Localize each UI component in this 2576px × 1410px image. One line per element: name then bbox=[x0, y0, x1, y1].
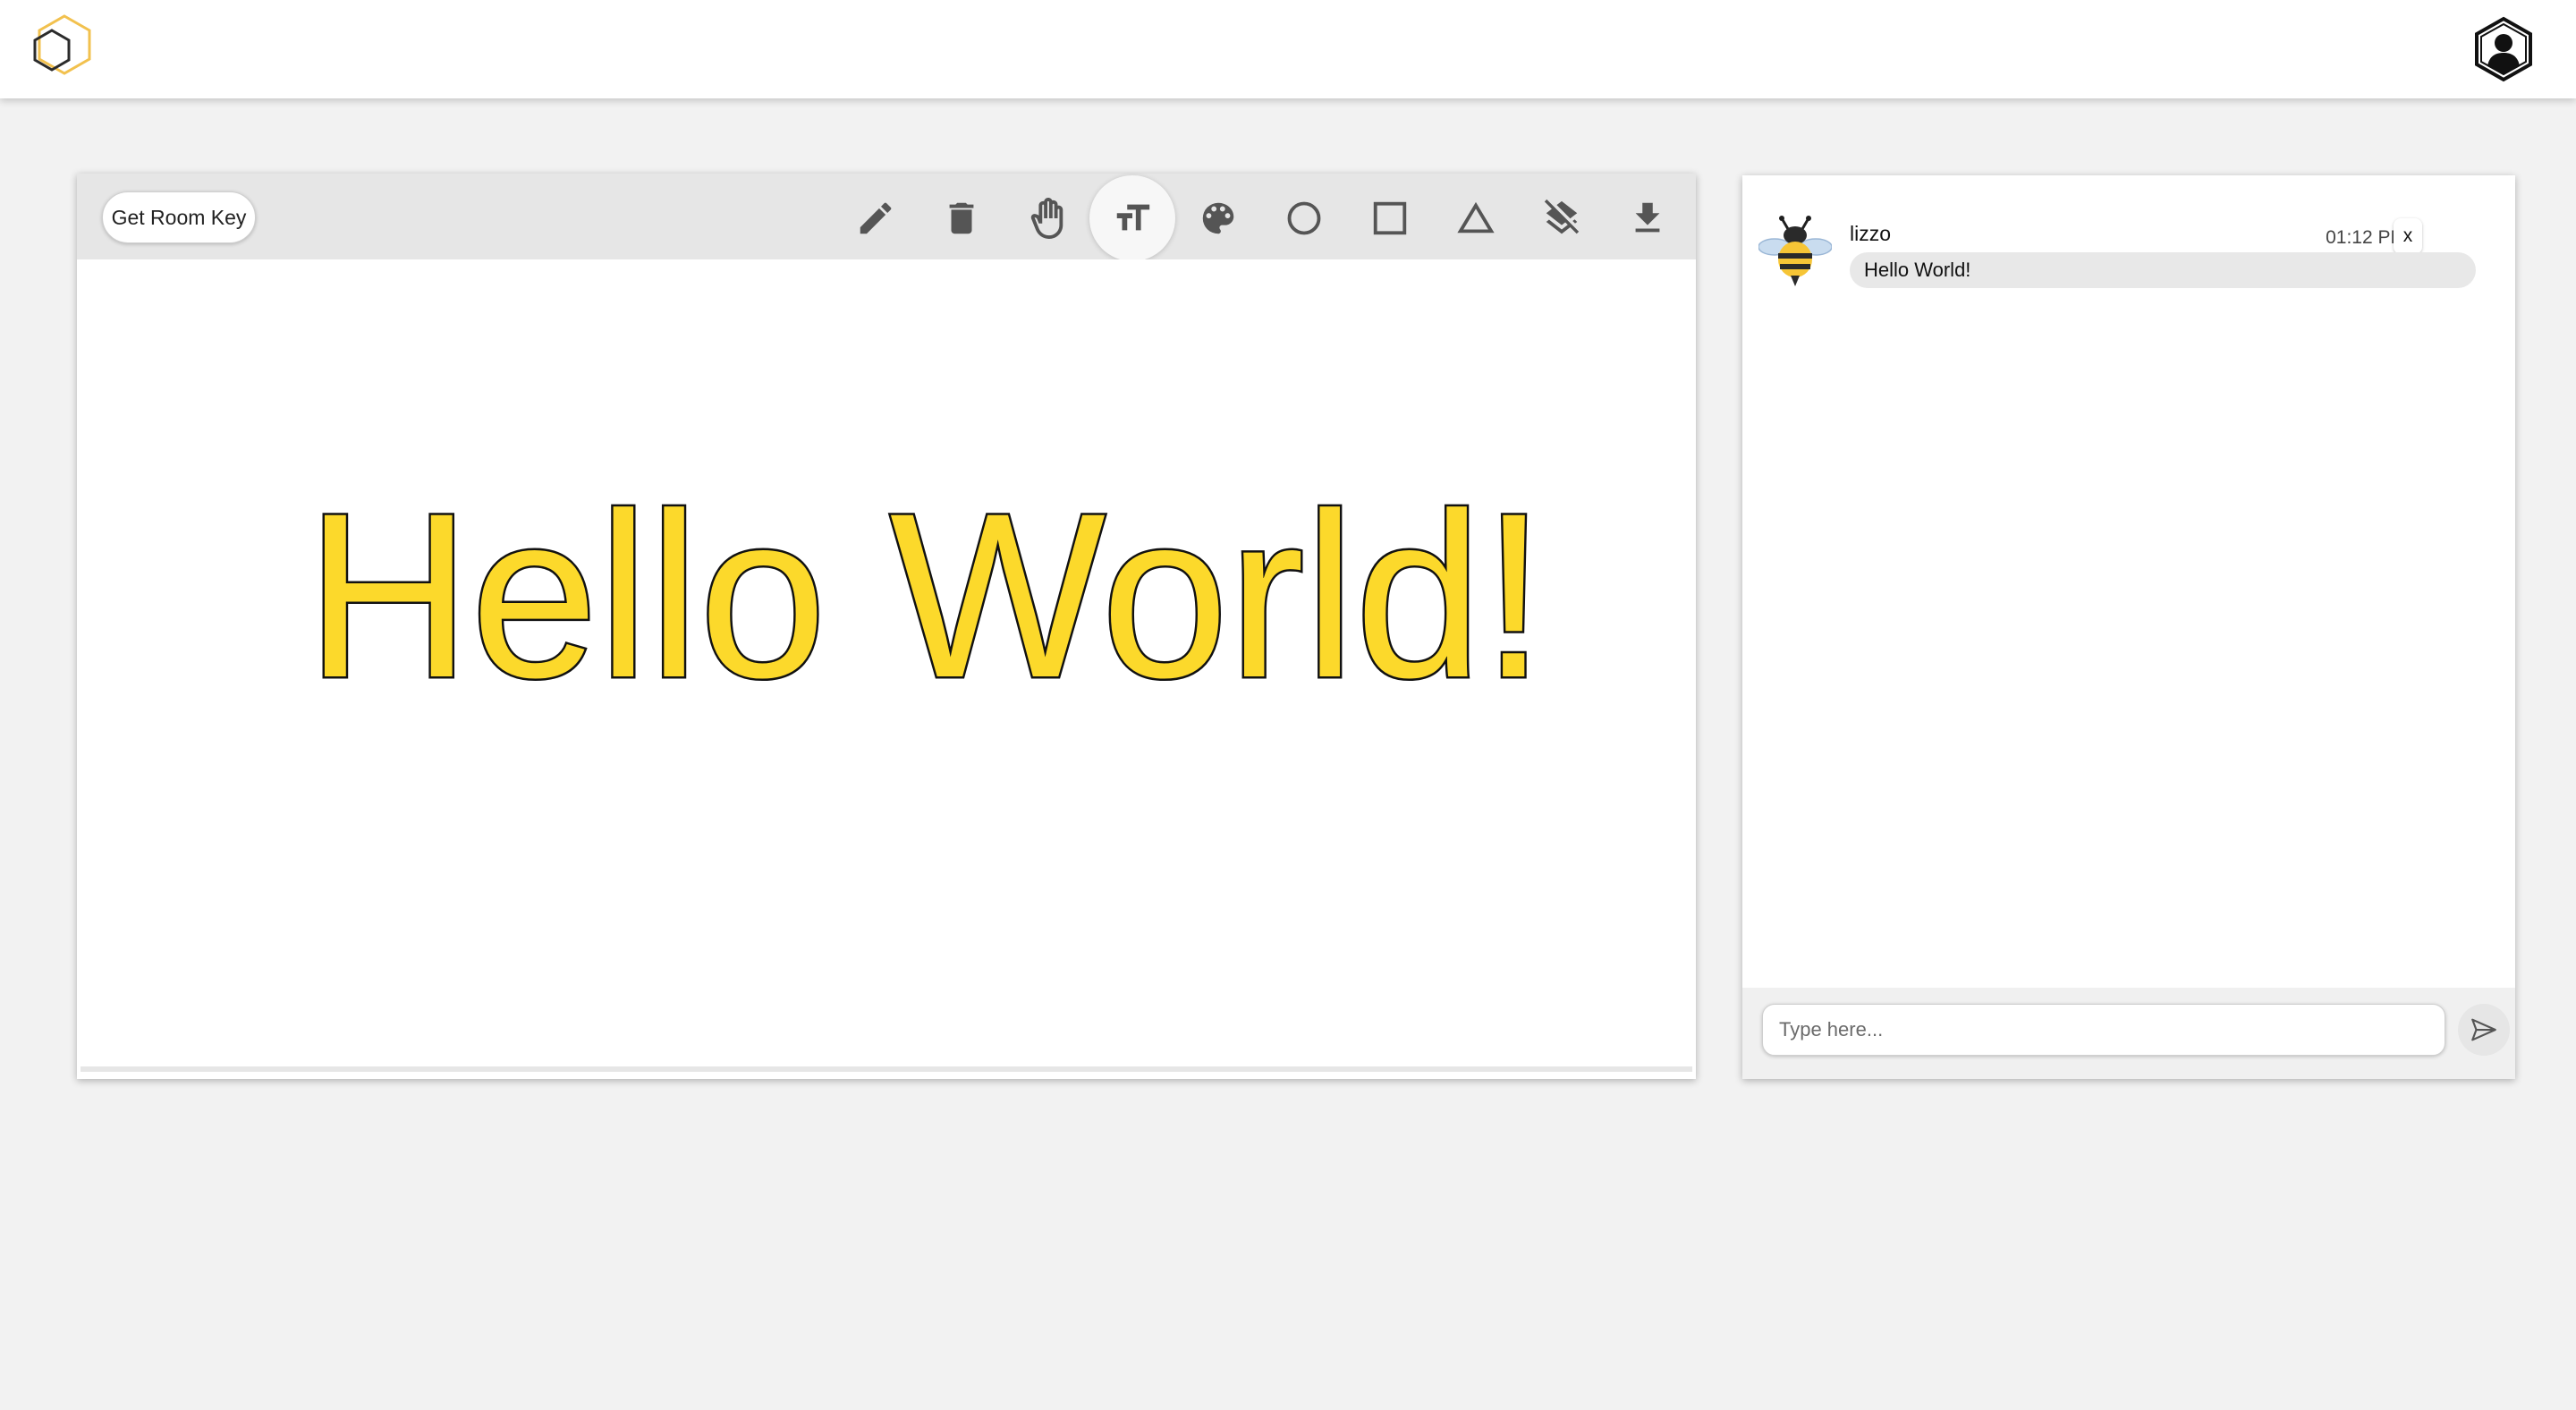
drawing-tools bbox=[77, 174, 1696, 261]
text-size-icon[interactable] bbox=[1089, 175, 1175, 261]
send-button[interactable] bbox=[2458, 1004, 2510, 1056]
whiteboard-toolbar: Get Room Key bbox=[77, 174, 1696, 261]
message-username: lizzo bbox=[1850, 222, 1892, 245]
triangle-icon[interactable] bbox=[1433, 175, 1519, 261]
square-icon[interactable] bbox=[1347, 175, 1433, 261]
circle-icon[interactable] bbox=[1261, 175, 1347, 261]
canvas-text-layer: Hello World! bbox=[304, 463, 1548, 729]
palette-icon[interactable] bbox=[1175, 175, 1261, 261]
chat-message: lizzo 01:12 PM x Hello World! bbox=[1758, 211, 2492, 292]
drawing-canvas[interactable]: Hello World! bbox=[80, 259, 1692, 1072]
canvas-text[interactable]: Hello World! bbox=[304, 463, 1548, 729]
pencil-icon[interactable] bbox=[833, 175, 919, 261]
hand-icon[interactable] bbox=[1004, 175, 1090, 261]
delete-message-button[interactable]: x bbox=[2394, 218, 2422, 254]
hexagon-logo-icon[interactable] bbox=[25, 13, 97, 84]
chat-panel: lizzo 01:12 PM x Hello World! bbox=[1742, 175, 2515, 1079]
send-icon bbox=[2471, 1018, 2496, 1041]
whiteboard-panel: Get Room Key Hello World! bbox=[77, 174, 1696, 1079]
download-icon[interactable] bbox=[1605, 175, 1690, 261]
message-bubble: Hello World! bbox=[1850, 252, 2476, 288]
layers-clear-icon[interactable] bbox=[1519, 175, 1605, 261]
top-bar bbox=[0, 0, 2576, 98]
chat-message-input[interactable] bbox=[1762, 1004, 2445, 1056]
user-hexagon-icon[interactable] bbox=[2472, 16, 2535, 82]
trash-icon[interactable] bbox=[919, 175, 1004, 261]
message-text: Hello World! bbox=[1864, 259, 1971, 281]
bee-avatar-icon bbox=[1758, 211, 1833, 288]
